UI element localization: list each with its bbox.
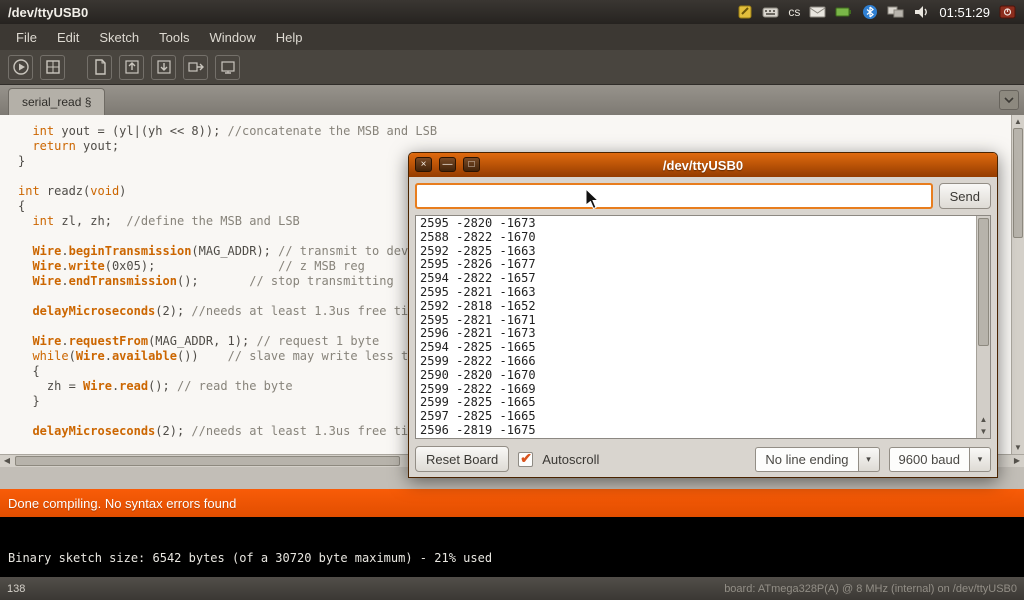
menu-bar: FileEditSketchToolsWindowHelp bbox=[0, 24, 1024, 50]
serial-scroll-up-icon[interactable]: ▲ bbox=[977, 414, 990, 426]
system-tray: cs 01:51:29 bbox=[736, 4, 1016, 21]
check-icon: ✔ bbox=[520, 450, 532, 467]
chevron-down-icon[interactable]: ▾ bbox=[858, 447, 880, 472]
new-sketch-button[interactable] bbox=[87, 55, 112, 80]
serial-scroll-thumb[interactable] bbox=[978, 218, 989, 346]
tab-serial-read[interactable]: serial_read § bbox=[8, 88, 105, 115]
board-info: board: ATmega328P(A) @ 8 MHz (internal) … bbox=[724, 583, 1017, 595]
battery-icon[interactable] bbox=[835, 4, 852, 21]
stop-button[interactable] bbox=[40, 55, 65, 80]
console-output: Binary sketch size: 6542 bytes (of a 307… bbox=[8, 551, 1016, 565]
reset-board-button[interactable]: Reset Board bbox=[415, 446, 509, 472]
serial-monitor-window: × — □ /dev/ttyUSB0 Send 2595 -2820 -1673… bbox=[408, 152, 998, 478]
notes-icon[interactable] bbox=[736, 4, 753, 21]
serial-controls-row: Reset Board ✔ Autoscroll No line ending … bbox=[415, 445, 991, 473]
send-button[interactable]: Send bbox=[939, 183, 991, 209]
serial-monitor-titlebar[interactable]: × — □ /dev/ttyUSB0 bbox=[409, 153, 997, 177]
compiler-console: Binary sketch size: 6542 bytes (of a 307… bbox=[0, 517, 1024, 577]
tab-bar: serial_read § bbox=[0, 85, 1024, 115]
desktop: { "panel": { "window_title": "/dev/ttyUS… bbox=[0, 0, 1024, 600]
scroll-up-icon[interactable]: ▲ bbox=[1012, 115, 1024, 128]
upload-button[interactable] bbox=[183, 55, 208, 80]
serial-data-area: 2595 -2820 -1673 2588 -2822 -1670 2592 -… bbox=[415, 215, 991, 439]
menu-item-help[interactable]: Help bbox=[266, 26, 313, 49]
serial-monitor-title: /dev/ttyUSB0 bbox=[663, 158, 743, 173]
footer-bar: 138 board: ATmega328P(A) @ 8 MHz (intern… bbox=[0, 577, 1024, 600]
serial-monitor-button[interactable] bbox=[215, 55, 240, 80]
status-bar: Done compiling. No syntax errors found bbox=[0, 489, 1024, 517]
scroll-left-icon[interactable]: ◀ bbox=[0, 455, 14, 467]
autoscroll-label[interactable]: Autoscroll bbox=[542, 452, 599, 467]
network-icon[interactable] bbox=[887, 4, 904, 21]
menu-item-window[interactable]: Window bbox=[199, 26, 265, 49]
verify-button[interactable] bbox=[8, 55, 33, 80]
mouse-cursor bbox=[586, 189, 600, 215]
bluetooth-icon[interactable] bbox=[861, 4, 878, 21]
chevron-down-icon[interactable]: ▾ bbox=[969, 447, 991, 472]
keyboard-icon[interactable] bbox=[762, 4, 779, 21]
baud-rate-select[interactable]: 9600 baud ▾ bbox=[889, 447, 991, 472]
close-window-button[interactable]: × bbox=[415, 157, 432, 172]
session-menu-icon[interactable] bbox=[999, 4, 1016, 21]
line-ending-select[interactable]: No line ending ▾ bbox=[755, 447, 879, 472]
toolbar bbox=[0, 50, 1024, 85]
window-buttons: × — □ bbox=[415, 157, 480, 172]
line-number-indicator: 138 bbox=[7, 583, 25, 595]
menu-item-sketch[interactable]: Sketch bbox=[89, 26, 149, 49]
baud-rate-value[interactable]: 9600 baud bbox=[889, 447, 969, 472]
serial-output[interactable]: 2595 -2820 -1673 2588 -2822 -1670 2592 -… bbox=[416, 216, 976, 438]
serial-send-input[interactable] bbox=[415, 183, 933, 209]
clock[interactable]: 01:51:29 bbox=[939, 5, 990, 20]
editor-vscroll-thumb[interactable] bbox=[1013, 128, 1023, 238]
system-panel: /dev/ttyUSB0 cs 01:51:29 bbox=[0, 0, 1024, 24]
menu-item-edit[interactable]: Edit bbox=[47, 26, 89, 49]
maximize-window-button[interactable]: □ bbox=[463, 157, 480, 172]
editor-vertical-scrollbar[interactable]: ▲ ▼ bbox=[1011, 115, 1024, 454]
serial-input-row: Send bbox=[415, 183, 991, 209]
editor-hscroll-thumb[interactable] bbox=[15, 456, 400, 466]
save-sketch-button[interactable] bbox=[151, 55, 176, 80]
serial-monitor-body: Send 2595 -2820 -1673 2588 -2822 -1670 2… bbox=[409, 177, 997, 479]
serial-scroll-down-icon[interactable]: ▼ bbox=[977, 426, 990, 438]
code-line: int yout = (yl|(yh << 8)); //concatenate… bbox=[18, 124, 1024, 139]
open-sketch-button[interactable] bbox=[119, 55, 144, 80]
scroll-right-icon[interactable]: ▶ bbox=[1010, 455, 1024, 467]
minimize-window-button[interactable]: — bbox=[439, 157, 456, 172]
menu-item-tools[interactable]: Tools bbox=[149, 26, 199, 49]
active-window-title: /dev/ttyUSB0 bbox=[8, 5, 88, 20]
volume-icon[interactable] bbox=[913, 4, 930, 21]
autoscroll-checkbox[interactable]: ✔ bbox=[518, 452, 533, 467]
tab-menu-button[interactable] bbox=[999, 90, 1019, 110]
scroll-down-icon[interactable]: ▼ bbox=[1012, 441, 1024, 454]
menu-item-file[interactable]: File bbox=[6, 26, 47, 49]
status-message: Done compiling. No syntax errors found bbox=[8, 496, 236, 511]
line-ending-value[interactable]: No line ending bbox=[755, 447, 857, 472]
keyboard-layout-indicator[interactable]: cs bbox=[788, 5, 800, 19]
serial-scrollbar[interactable]: ▲ ▼ bbox=[976, 216, 990, 438]
mail-icon[interactable] bbox=[809, 4, 826, 21]
